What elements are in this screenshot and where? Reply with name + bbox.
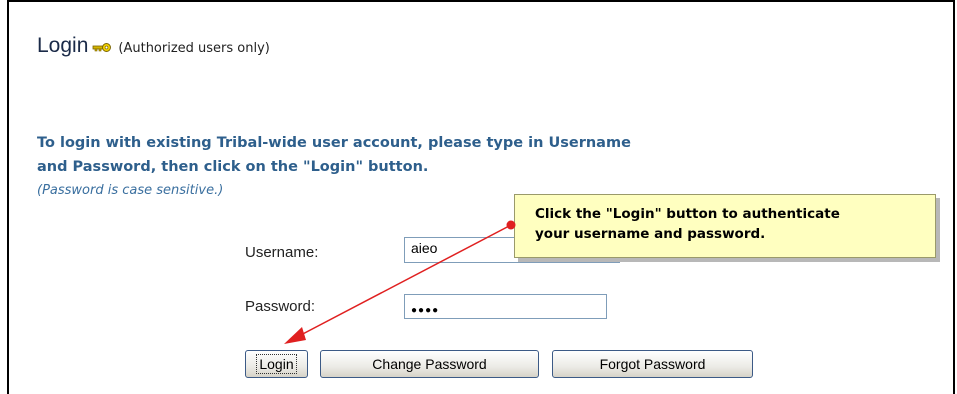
case-sensitive-note: (Password is case sensitive.) bbox=[37, 183, 224, 198]
username-label: Username: bbox=[245, 244, 319, 261]
forgot-password-button[interactable]: Forgot Password bbox=[552, 350, 753, 378]
key-icon bbox=[92, 38, 112, 52]
password-input[interactable]: ●●●● bbox=[404, 294, 607, 319]
login-button[interactable]: Login bbox=[245, 350, 308, 378]
login-page: Login (Authorized users only) To login w… bbox=[0, 0, 957, 394]
page-title: Login bbox=[37, 34, 89, 57]
callout-line-2: your username and password. bbox=[535, 226, 766, 242]
instructions-line-2: and Password, then click on the "Login" … bbox=[37, 159, 429, 175]
callout-line-1: Click the "Login" button to authenticate bbox=[535, 206, 840, 222]
change-password-button[interactable]: Change Password bbox=[320, 350, 539, 378]
tooltip-callout: Click the "Login" button to authenticate… bbox=[514, 194, 936, 258]
page-subtitle: (Authorized users only) bbox=[118, 41, 270, 56]
login-button-label: Login bbox=[256, 354, 297, 374]
username-value: aieo bbox=[411, 240, 438, 256]
password-masked-value: ●●●● bbox=[411, 305, 440, 316]
header: Login (Authorized users only) bbox=[37, 34, 270, 58]
instructions-line-1: To login with existing Tribal-wide user … bbox=[37, 135, 631, 151]
login-instructions: To login with existing Tribal-wide user … bbox=[37, 131, 817, 179]
password-label: Password: bbox=[245, 298, 316, 315]
